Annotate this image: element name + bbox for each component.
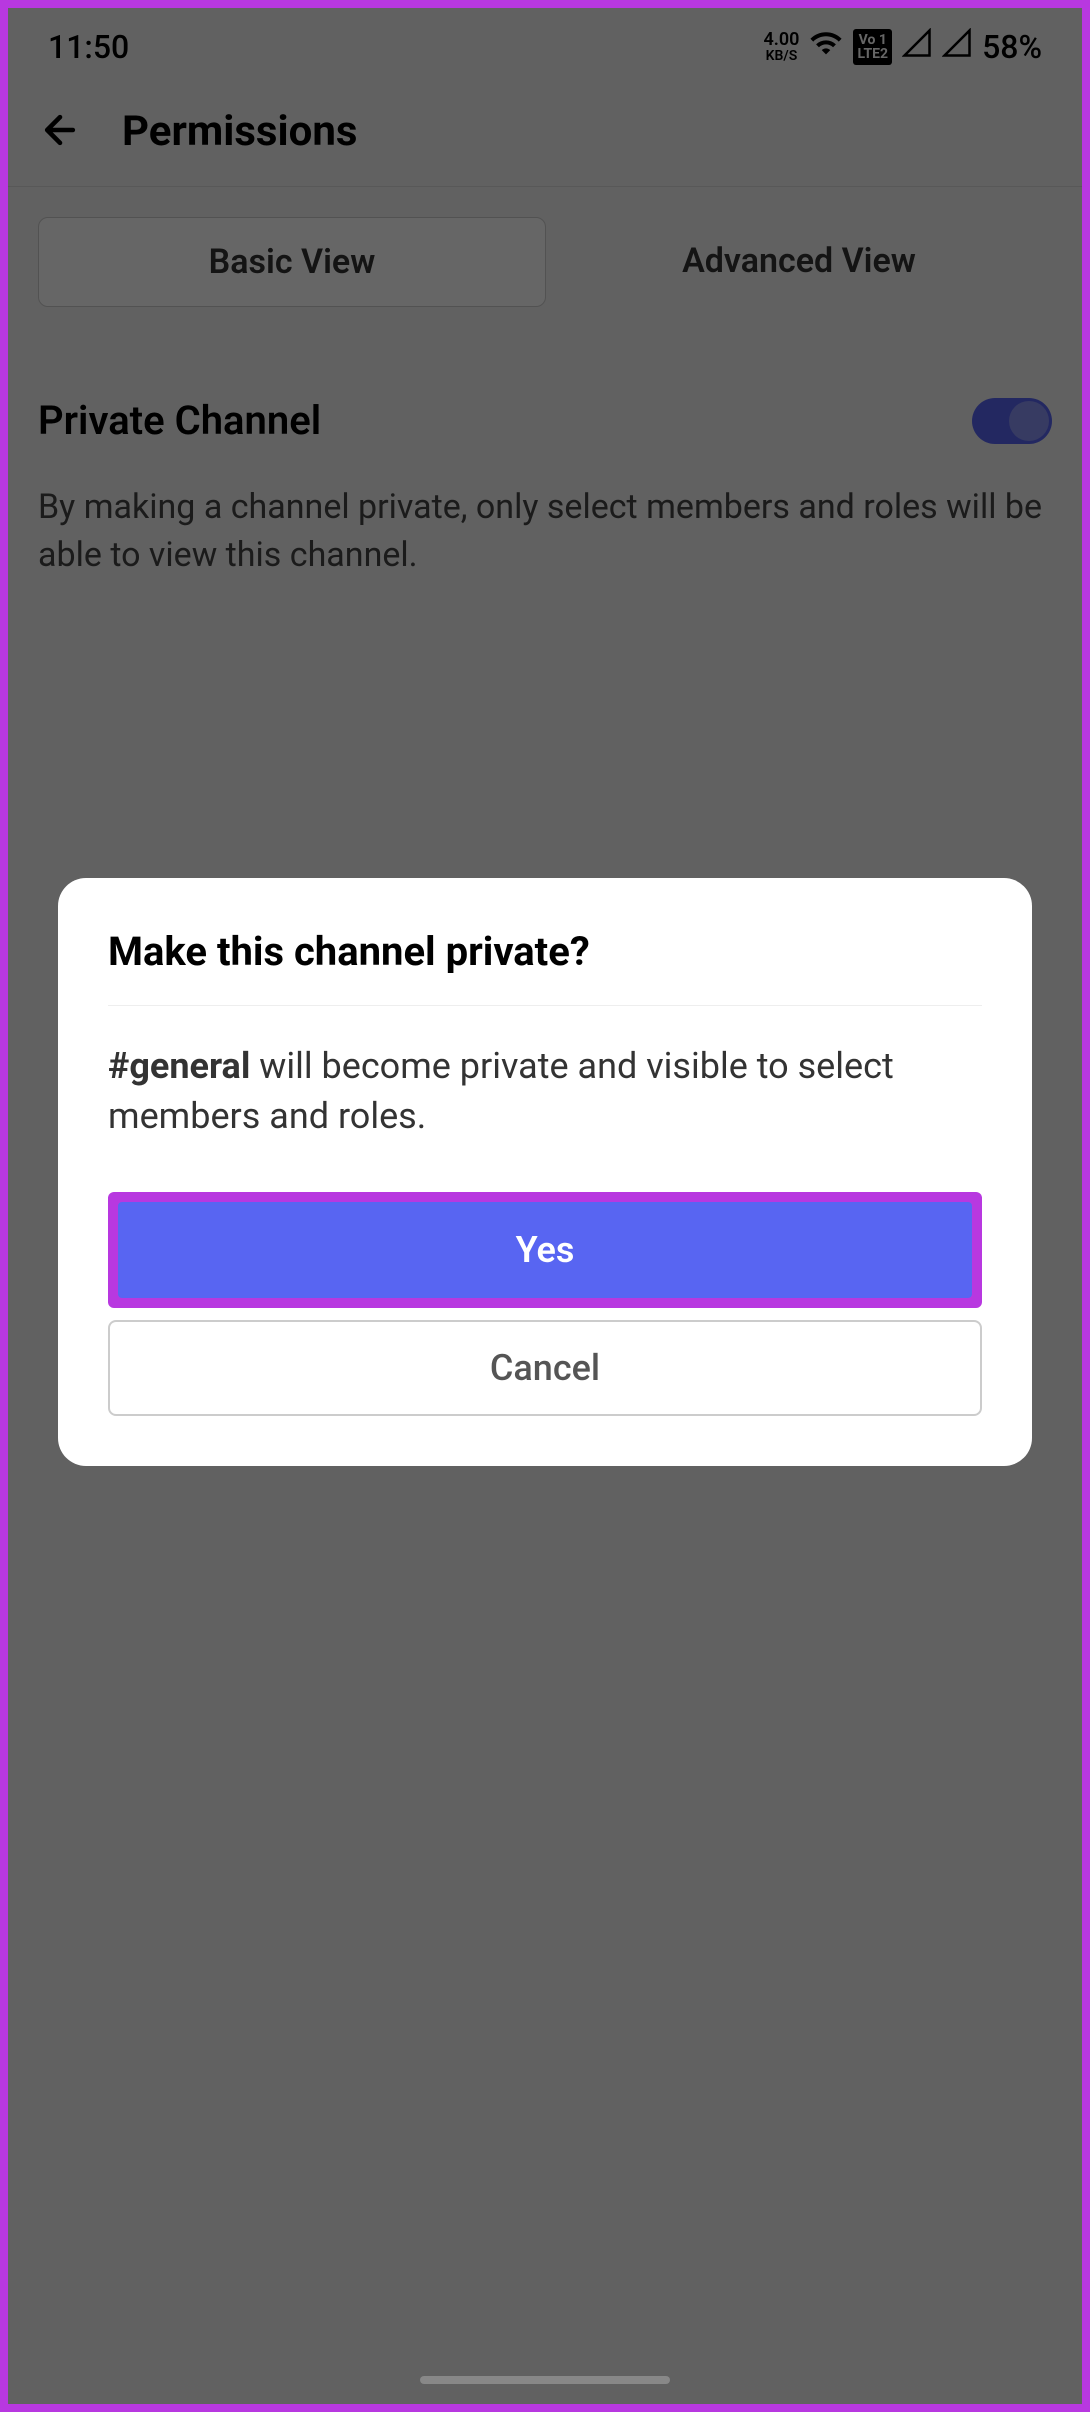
navigation-bar-handle[interactable] — [420, 2376, 670, 2384]
channel-name: #general — [108, 1045, 250, 1087]
yes-button[interactable]: Yes — [118, 1202, 972, 1298]
dialog-body: #general will become private and visible… — [108, 1041, 982, 1142]
yes-button-highlight: Yes — [108, 1192, 982, 1308]
dialog-title: Make this channel private? — [108, 928, 982, 1006]
cancel-button[interactable]: Cancel — [108, 1320, 982, 1416]
confirm-dialog: Make this channel private? #general will… — [58, 878, 1032, 1466]
